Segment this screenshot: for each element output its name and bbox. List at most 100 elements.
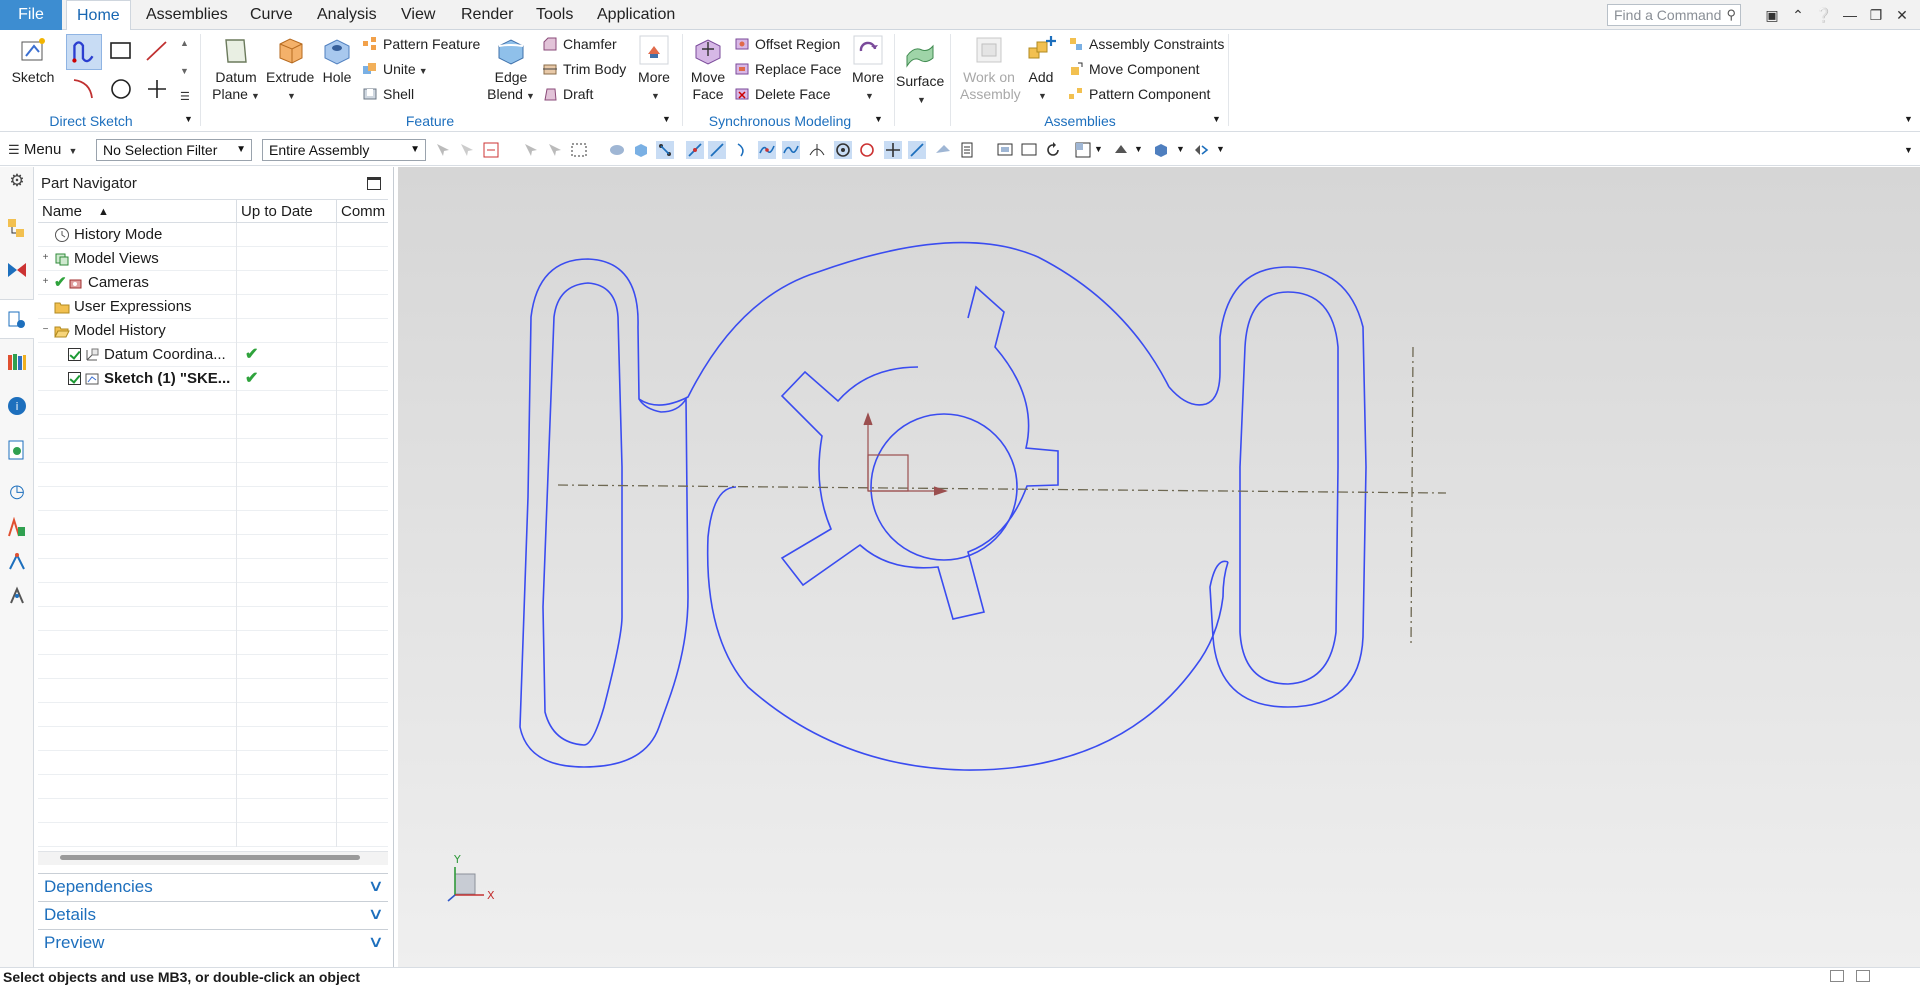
reuse-library-icon[interactable] xyxy=(6,351,28,373)
gallery-down-icon[interactable]: ▼ xyxy=(180,66,189,76)
restore-icon[interactable]: ❐ xyxy=(1865,4,1887,26)
fit-view-icon[interactable] xyxy=(996,141,1014,159)
chamfer-button[interactable]: Chamfer xyxy=(542,33,617,55)
menu-button[interactable]: ☰ Menu ▼ xyxy=(8,140,77,160)
extrude-dropdown-icon[interactable]: ▼ xyxy=(287,91,296,101)
visible-check-icon[interactable]: ✔ xyxy=(54,273,67,291)
edge-blend-button[interactable]: Edge Blend ▼ xyxy=(486,34,536,105)
add-component-dropdown-icon[interactable]: ▼ xyxy=(1038,91,1047,101)
snap-on-curve-icon[interactable] xyxy=(758,141,776,159)
show-hide-icon[interactable] xyxy=(1192,141,1210,159)
graphics-window[interactable]: Y X xyxy=(398,167,1920,967)
column-header-name[interactable]: Name ▲ xyxy=(38,200,237,224)
settings-gear-icon[interactable]: ⚙ xyxy=(6,171,28,193)
expand-toggle-icon[interactable]: + xyxy=(41,253,50,263)
snap-end-point-icon[interactable] xyxy=(656,141,674,159)
assemblies-menu-icon[interactable]: ▼ xyxy=(1212,114,1221,124)
gallery-more-icon[interactable]: ☰ xyxy=(180,90,190,103)
tab-render[interactable]: Render xyxy=(451,0,523,30)
help-icon[interactable]: ❔ xyxy=(1813,4,1835,26)
checkbox-icon[interactable] xyxy=(68,372,81,385)
checkbox-icon[interactable] xyxy=(68,348,81,361)
snap-control-point-icon[interactable] xyxy=(708,141,726,159)
snap-quadrant-icon[interactable] xyxy=(858,141,876,159)
preview-section[interactable]: Preview ∨ xyxy=(38,929,388,956)
details-section[interactable]: Details ∨ xyxy=(38,901,388,928)
render-style-icon[interactable] xyxy=(1112,141,1130,159)
extrude-button[interactable]: Extrude ▼ xyxy=(266,34,314,105)
snap-on-spline-icon[interactable] xyxy=(782,141,800,159)
web-browser-icon[interactable] xyxy=(6,439,28,461)
line-icon[interactable] xyxy=(144,38,170,64)
toolbar-overflow-icon[interactable]: ▼ xyxy=(1904,145,1913,155)
unite-button[interactable]: Unite ▼ xyxy=(362,58,428,80)
snap-intersection-icon[interactable] xyxy=(734,141,752,159)
orient-view-dropdown-icon[interactable]: ▼ xyxy=(1094,144,1103,154)
tab-curve[interactable]: Curve xyxy=(240,0,303,30)
move-face-button[interactable]: Move Face xyxy=(690,34,726,103)
snap-point-on-face-icon[interactable] xyxy=(908,141,926,159)
status-icon-2[interactable] xyxy=(1856,970,1870,982)
work-on-assembly-button[interactable]: Work on Assembly xyxy=(960,34,1021,103)
edit-section-dropdown-icon[interactable]: ▼ xyxy=(1176,144,1185,154)
tree-row[interactable]: + Model Views xyxy=(38,247,388,271)
maximize-panel-icon[interactable] xyxy=(367,177,381,190)
select-face-icon[interactable] xyxy=(522,141,540,159)
select-all-icon[interactable] xyxy=(608,141,626,159)
zoom-icon[interactable] xyxy=(1020,141,1038,159)
datum-plane-dropdown-icon[interactable]: ▼ xyxy=(251,91,260,101)
tree-row[interactable]: History Mode xyxy=(38,223,388,247)
snap-point-on-surface-icon[interactable] xyxy=(934,141,952,159)
close-icon[interactable]: ✕ xyxy=(1891,4,1913,26)
tree-row[interactable]: Datum Coordina... ✔ xyxy=(38,343,388,367)
sketch-canvas[interactable]: Y X xyxy=(398,167,1920,967)
sketch-button[interactable]: Sketch xyxy=(8,34,58,86)
snap-arc-center-icon[interactable] xyxy=(834,141,852,159)
add-component-button[interactable]: Add ▼ xyxy=(1024,34,1058,105)
replace-face-button[interactable]: Replace Face xyxy=(734,58,841,80)
ribbon-overflow-icon[interactable]: ▼ xyxy=(1904,114,1913,124)
snap-existing-point-icon[interactable] xyxy=(884,141,902,159)
part-navigator-tab[interactable] xyxy=(0,299,34,339)
sync-modeling-menu-icon[interactable]: ▼ xyxy=(874,114,883,124)
snap-tangent-icon[interactable] xyxy=(808,141,826,159)
tab-tools[interactable]: Tools xyxy=(526,0,583,30)
tab-analysis[interactable]: Analysis xyxy=(307,0,387,30)
sketch-profile[interactable] xyxy=(519,241,1367,771)
rectangle-icon[interactable] xyxy=(108,38,134,64)
offset-region-button[interactable]: Offset Region xyxy=(734,33,840,55)
assembly-constraints-button[interactable]: Assembly Constraints xyxy=(1068,33,1224,55)
select-edge-icon[interactable] xyxy=(546,141,564,159)
render-style-dropdown-icon[interactable]: ▼ xyxy=(1134,144,1143,154)
delete-face-button[interactable]: Delete Face xyxy=(734,83,830,105)
search-icon[interactable]: ⚲ xyxy=(1726,7,1736,23)
datum-plane-button[interactable]: Datum Plane ▼ xyxy=(210,34,262,105)
constraint-navigator-icon[interactable] xyxy=(6,259,28,281)
select-feature-icon[interactable] xyxy=(458,141,476,159)
ribbon-options-icon[interactable]: ▣ xyxy=(1761,4,1783,26)
trim-body-button[interactable]: Trim Body xyxy=(542,58,626,80)
tree-row[interactable]: Sketch (1) "SKE... ✔ xyxy=(38,367,388,391)
edit-section-icon[interactable] xyxy=(1152,141,1170,159)
pattern-feature-button[interactable]: Pattern Feature xyxy=(362,33,480,55)
direct-sketch-menu-icon[interactable]: ▼ xyxy=(184,114,193,124)
dependencies-section[interactable]: Dependencies ∨ xyxy=(38,873,388,900)
snap-mid-point-icon[interactable] xyxy=(686,141,704,159)
manufacturing-wizards-icon[interactable] xyxy=(6,551,28,573)
minimize-icon[interactable]: — xyxy=(1839,4,1861,26)
gallery-up-icon[interactable]: ▲ xyxy=(180,38,189,48)
select-body-icon[interactable] xyxy=(482,141,500,159)
pattern-component-button[interactable]: Pattern Component xyxy=(1068,83,1210,105)
unite-dropdown-icon[interactable]: ▼ xyxy=(419,66,428,76)
general-select-icon[interactable] xyxy=(434,141,452,159)
horizontal-scrollbar-thumb[interactable] xyxy=(60,855,360,860)
column-header-up-to-date[interactable]: Up to Date xyxy=(237,200,337,224)
tree-row[interactable]: + ✔ Cameras xyxy=(38,271,388,295)
collapse-ribbon-icon[interactable]: ⌃ xyxy=(1787,4,1809,26)
rectangle-select-icon[interactable] xyxy=(570,141,588,159)
draft-button[interactable]: Draft xyxy=(542,83,593,105)
selection-filter-select[interactable]: No Selection Filter ▼ xyxy=(96,139,252,161)
snap-bounded-grid-icon[interactable] xyxy=(958,141,976,159)
select-component-icon[interactable] xyxy=(632,141,650,159)
expand-toggle-icon[interactable]: + xyxy=(41,277,50,287)
